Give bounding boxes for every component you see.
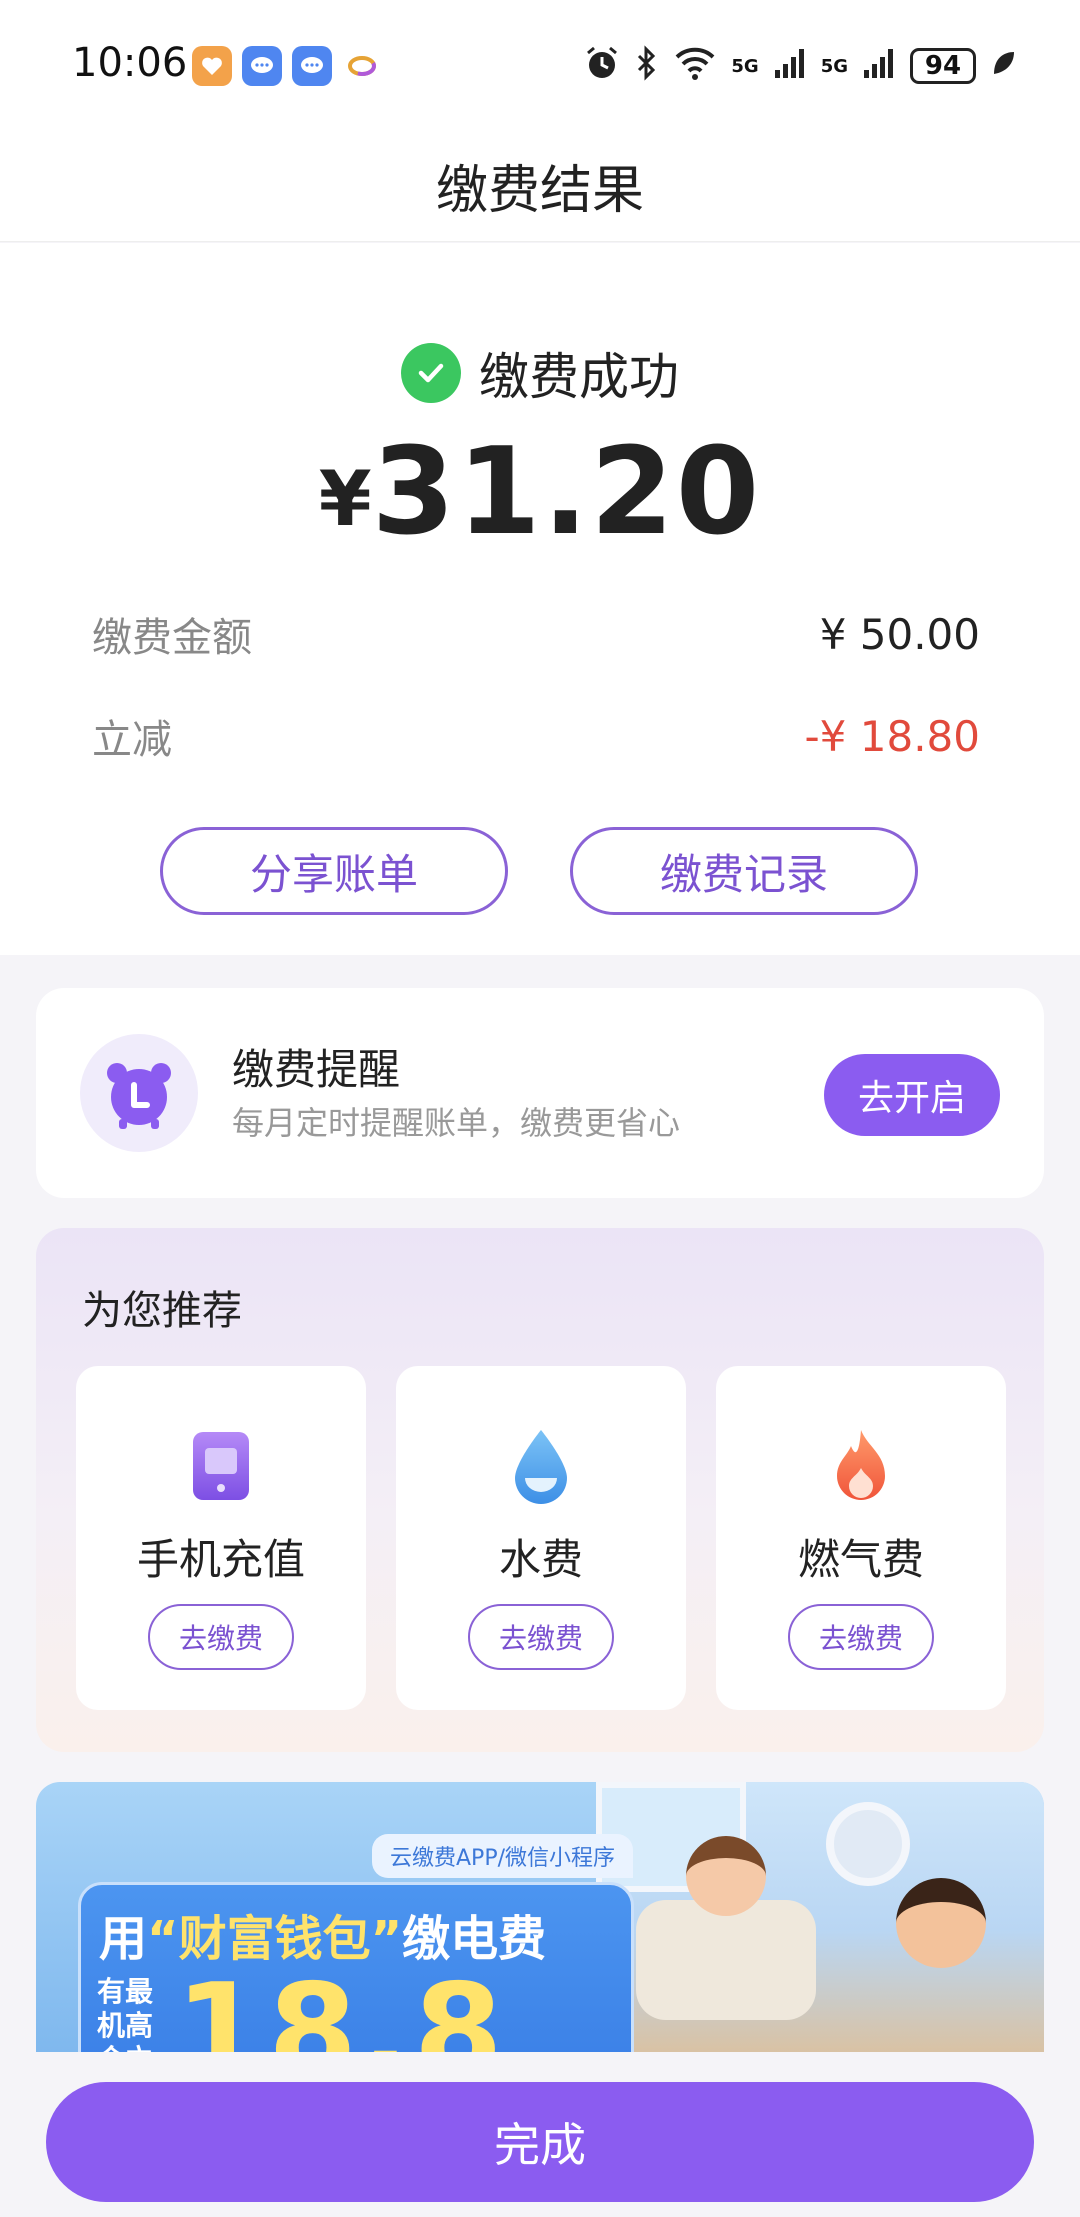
page-header: 缴费结果: [0, 130, 1080, 242]
status-right: 5G 5G 94: [583, 44, 1016, 88]
message-app-icon-2: [292, 46, 332, 86]
bluetooth-icon: [635, 44, 659, 88]
payment-status: 缴费成功: [0, 337, 1080, 409]
payment-records-button[interactable]: 缴费记录: [570, 827, 918, 915]
wifi-icon: [673, 45, 717, 87]
phone-recharge-icon: [181, 1426, 261, 1506]
paid-amount: ¥31.20: [0, 423, 1080, 562]
banner-tag: 云缴费APP/微信小程序: [372, 1834, 633, 1878]
payment-amount-value: ¥ 50.00: [819, 609, 980, 659]
status-app-icons: [192, 46, 382, 86]
recommend-title: 为您推荐: [82, 1288, 242, 1334]
heart-app-icon: [192, 46, 232, 86]
banner-side-text: 有最机高会立减: [97, 1975, 154, 2052]
done-button[interactable]: 完成: [46, 2082, 1034, 2202]
banner-promo-panel: 用“财富钱包”缴电费 有最机高会立减 18.8元: [78, 1882, 634, 2052]
enable-reminder-button[interactable]: 去开启: [824, 1054, 1000, 1136]
recommend-item-name: 水费: [498, 1535, 583, 1584]
discount-label: 立减: [92, 717, 172, 763]
page-title: 缴费结果: [435, 161, 644, 221]
banner-girl: [686, 1836, 766, 1916]
network-label-1: 5G: [731, 55, 759, 77]
banner-sofa: [636, 1900, 816, 2020]
recommend-item-name: 燃气费: [797, 1535, 924, 1584]
leaf-icon: [990, 48, 1016, 84]
success-check-icon: [401, 343, 461, 403]
go-pay-button[interactable]: 去缴费: [148, 1604, 294, 1670]
payment-amount-label: 缴费金额: [92, 615, 252, 661]
recommend-section: 为您推荐 手机充值 去缴费 水费 去缴费 燃气费 去缴费: [36, 1228, 1044, 1752]
go-pay-button[interactable]: 去缴费: [468, 1604, 614, 1670]
recommend-item-gas[interactable]: 燃气费 去缴费: [716, 1366, 1006, 1710]
alarm-clock-icon: [80, 1034, 198, 1152]
banner-big-amount: 18.8元: [175, 1957, 507, 2052]
network-label-2: 5G: [820, 55, 848, 77]
currency-symbol: ¥: [318, 454, 372, 543]
go-pay-button[interactable]: 去缴费: [788, 1604, 934, 1670]
banner-fan: [826, 1802, 910, 1886]
payment-result-card: 缴费成功 ¥31.20 缴费金额 ¥ 50.00 立减 -¥ 18.80 分享账…: [0, 243, 1080, 955]
signal-icon-1: [773, 46, 807, 86]
recommend-item-water[interactable]: 水费 去缴费: [396, 1366, 686, 1710]
banner-illustration: [596, 1782, 1044, 2052]
status-bar: 10:06 5G 5G 94: [0, 0, 1080, 130]
signal-icon-2: [862, 46, 896, 86]
discount-row: 立减 -¥ 18.80: [92, 707, 980, 765]
battery-indicator: 94: [910, 48, 976, 84]
promo-banner[interactable]: 云缴费APP/微信小程序 用“财富钱包”缴电费 有最机高会立减 18.8元: [36, 1782, 1044, 2052]
result-actions: 分享账单 缴费记录: [160, 827, 918, 915]
banner-boy: [896, 1878, 986, 1968]
status-time: 10:06: [72, 40, 188, 86]
recommend-item-name: 手机充值: [136, 1535, 305, 1584]
bottom-bar: 完成: [0, 2052, 1080, 2217]
payment-amount-row: 缴费金额 ¥ 50.00: [92, 605, 980, 663]
discount-value: -¥ 18.80: [804, 711, 980, 761]
message-app-icon: [242, 46, 282, 86]
flame-icon: [821, 1426, 901, 1506]
share-bill-button[interactable]: 分享账单: [160, 827, 508, 915]
recommend-list: 手机充值 去缴费 水费 去缴费 燃气费 去缴费: [76, 1366, 1006, 1710]
reminder-subtitle: 每月定时提醒账单，缴费更省心: [232, 1104, 681, 1142]
banner-headline-pre: 用: [99, 1911, 148, 1967]
reminder-title: 缴费提醒: [232, 1045, 401, 1094]
recommend-item-phone-recharge[interactable]: 手机充值 去缴费: [76, 1366, 366, 1710]
water-drop-icon: [501, 1426, 581, 1506]
payment-status-text: 缴费成功: [479, 348, 679, 406]
paid-amount-value: 31.20: [371, 423, 762, 562]
alarm-icon: [583, 44, 621, 88]
ring-app-icon: [342, 46, 382, 86]
payment-reminder-card: 缴费提醒 每月定时提醒账单，缴费更省心 去开启: [36, 988, 1044, 1198]
